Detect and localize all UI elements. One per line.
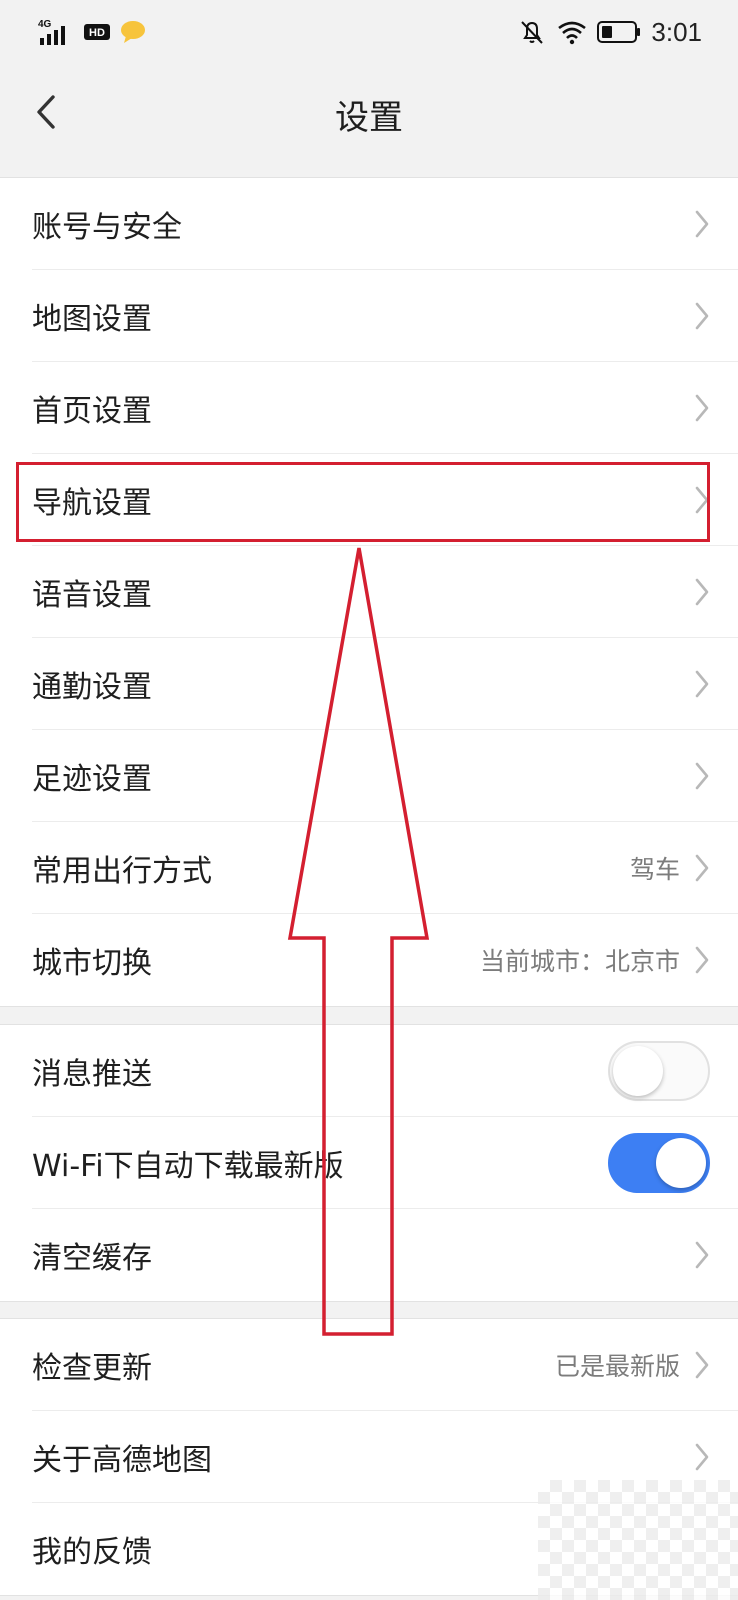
chevron-right-icon [694,670,710,698]
row-label: 足迹设置 [32,761,152,797]
row-label: 关于高德地图 [32,1442,212,1478]
row-wifi-auto-download[interactable]: Wi-Fi下自动下载最新版 [32,1117,738,1209]
highlight-box [16,462,710,542]
status-time: 3:01 [651,16,702,47]
row-label: 通勤设置 [32,669,152,705]
chevron-right-icon [694,1443,710,1471]
header: 设置 [0,64,738,160]
row-push-notifications[interactable]: 消息推送 [32,1025,738,1117]
row-map-settings[interactable]: 地图设置 [32,270,738,362]
row-label: Wi-Fi下自动下载最新版 [32,1148,344,1184]
wifi-auto-download-toggle[interactable] [608,1132,710,1193]
row-check-update[interactable]: 检查更新 已是最新版 [32,1319,738,1411]
battery-icon [597,21,641,43]
chevron-right-icon [694,946,710,974]
page-title: 设置 [335,98,403,138]
status-bar: 4G HD 3:01 [0,0,738,64]
network-type-label: 4G [38,19,52,30]
chevron-right-icon [694,762,710,790]
row-label: 常用出行方式 [32,853,212,889]
settings-screen: 4G HD 3:01 设置 账号与安全 地图设置 首页设置 导航设置 语音设置 … [0,0,738,1600]
chevron-right-icon [694,578,710,606]
mute-bell-icon [521,21,544,44]
chevron-right-icon [694,394,710,422]
row-home-settings[interactable]: 首页设置 [32,362,738,454]
row-label: 消息推送 [32,1056,152,1092]
row-footprint-settings[interactable]: 足迹设置 [32,730,738,822]
row-voice-settings[interactable]: 语音设置 [32,546,738,638]
wifi-icon [558,21,587,45]
row-label: 城市切换 [32,946,152,981]
toggle-knob [613,1045,663,1096]
chevron-right-icon [694,210,710,238]
row-clear-cache[interactable]: 清空缓存 [32,1209,738,1301]
row-label: 首页设置 [32,393,152,429]
row-travel-mode[interactable]: 常用出行方式 驾车 [32,822,738,914]
chevron-right-icon [694,1351,710,1379]
row-label: 清空缓存 [32,1241,152,1276]
row-commute-settings[interactable]: 通勤设置 [32,638,738,730]
chevron-right-icon [694,854,710,882]
row-value: 当前城市：北京市 [479,947,680,976]
row-label: 我的反馈 [32,1535,152,1570]
row-value: 驾车 [629,854,680,884]
row-label: 语音设置 [32,577,152,613]
row-label: 地图设置 [32,301,152,337]
push-notifications-toggle[interactable] [608,1040,710,1101]
hd-label: HD [89,27,105,39]
signal-icon: 4G [38,19,65,45]
row-label: 账号与安全 [32,209,182,245]
row-city-switch[interactable]: 城市切换 当前城市：北京市 [32,914,738,1006]
chevron-right-icon [694,302,710,330]
settings-group-download: 消息推送 Wi-Fi下自动下载最新版 清空缓存 [0,1024,738,1302]
chevron-right-icon [694,1241,710,1269]
message-bubble-icon [121,21,145,43]
hd-icon: HD [84,24,110,40]
row-account-security[interactable]: 账号与安全 [32,178,738,270]
row-value: 已是最新版 [554,1351,680,1381]
corner-pattern [538,1480,738,1600]
settings-group-main: 账号与安全 地图设置 首页设置 导航设置 语音设置 通勤设置 足迹设置 常用出行… [0,177,738,1007]
toggle-knob [656,1137,706,1188]
row-label: 检查更新 [32,1350,152,1386]
